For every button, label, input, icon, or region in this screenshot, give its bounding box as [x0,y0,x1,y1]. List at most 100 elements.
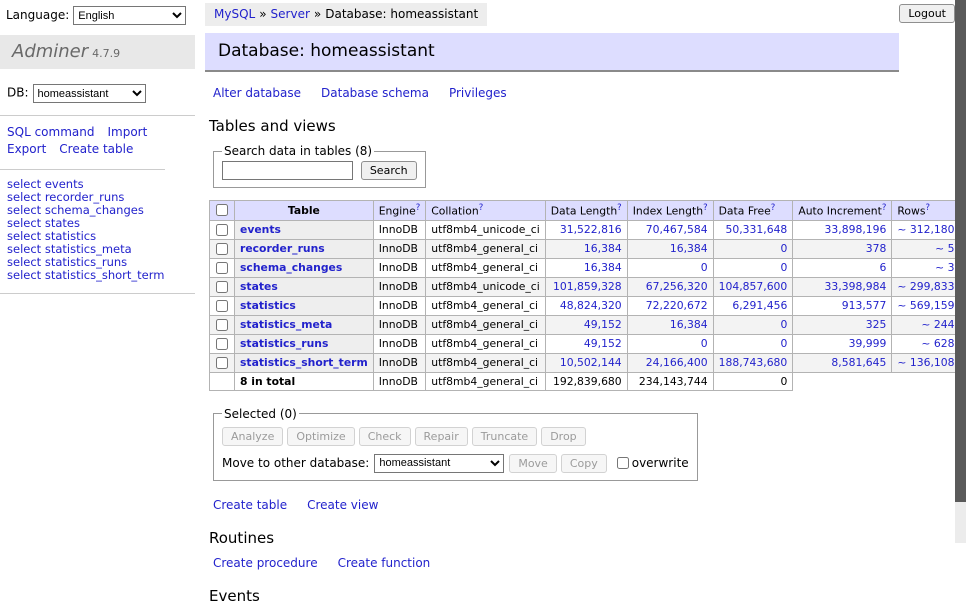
table-link-recorder-runs[interactable]: recorder_runs [240,242,325,255]
language-select[interactable]: English [73,6,186,25]
table-name-cell: schema_changes [235,258,374,277]
link-create-view[interactable]: Create view [307,498,378,512]
table-name-cell: statistics_meta [235,315,374,334]
table-name-cell: recorder_runs [235,239,374,258]
table-link-statistics-short-term[interactable]: statistics_short_term [240,356,368,369]
engine-cell: InnoDB [373,334,426,353]
link-create-function[interactable]: Create function [338,556,431,570]
row-checkbox[interactable] [216,357,228,369]
table-row: statesInnoDButf8mb4_unicode_ci101,859,32… [210,277,966,296]
table-link-statistics[interactable]: statistics [240,299,296,312]
breadcrumb-separator: » [314,7,321,21]
collation-cell: utf8mb4_unicode_ci [426,220,545,239]
data-free-cell: 50,331,648 [713,220,793,239]
row-checkbox[interactable] [216,243,228,255]
check-button[interactable]: Check [359,427,411,446]
routines-heading: Routines [209,529,953,547]
vertical-scrollbar[interactable] [955,0,966,543]
link-privileges[interactable]: Privileges [449,86,507,100]
selected-legend: Selected (0) [222,407,299,421]
table-total-row: 8 in totalInnoDButf8mb4_general_ci192,83… [210,372,966,390]
index-length-cell: 72,220,672 [627,296,713,315]
data-free-cell: 104,857,600 [713,277,793,296]
row-checkbox[interactable] [216,262,228,274]
table-row: statistics_metaInnoDButf8mb4_general_ci4… [210,315,966,334]
create-links: Create table Create view [213,498,953,512]
data-length-cell: 16,384 [545,239,627,258]
collation-cell: utf8mb4_general_ci [426,239,545,258]
breadcrumb-current: Database: homeassistant [325,7,478,21]
analyze-button[interactable]: Analyze [222,427,283,446]
sidebar-link-import[interactable]: Import [107,125,147,140]
select-all-checkbox[interactable] [216,204,228,216]
move-label: Move to other database: [222,456,369,470]
help-icon[interactable]: ? [479,203,484,213]
optimize-button[interactable]: Optimize [287,427,354,446]
sidebar-link-export[interactable]: Export [7,142,46,157]
link-create-table[interactable]: Create table [213,498,287,512]
search-button[interactable]: Search [361,161,417,180]
breadcrumb-separator: » [259,7,266,21]
row-checkbox[interactable] [216,281,228,293]
help-icon[interactable]: ? [882,203,887,213]
data-free-cell: 6,291,456 [713,296,793,315]
collation-cell: utf8mb4_general_ci [426,353,545,372]
help-icon[interactable]: ? [703,203,708,213]
repair-button[interactable]: Repair [415,427,468,446]
row-checkbox[interactable] [216,338,228,350]
auto-increment-cell: 6 [793,258,892,277]
tables-heading: Tables and views [209,117,953,135]
total-filler-cell [793,372,966,390]
row-checkbox[interactable] [216,319,228,331]
total-data-length-cell: 192,839,680 [545,372,627,390]
total-collation-cell: utf8mb4_general_ci [426,372,545,390]
sidebar-link-create-table[interactable]: Create table [59,142,133,157]
overwrite-label: overwrite [632,456,689,470]
table-link-statistics-meta[interactable]: statistics_meta [240,318,332,331]
collation-cell: utf8mb4_general_ci [426,296,545,315]
move-button[interactable]: Move [509,454,557,473]
row-checkbox[interactable] [216,300,228,312]
overwrite-checkbox[interactable] [617,457,629,469]
collation-cell: utf8mb4_general_ci [426,258,545,277]
table-name-cell: states [235,277,374,296]
table-link-schema-changes[interactable]: schema_changes [240,261,342,274]
help-icon[interactable]: ? [617,203,622,213]
col-header-data-length: Data Length? [545,201,627,221]
help-icon[interactable]: ? [771,203,776,213]
row-checkbox[interactable] [216,224,228,236]
link-database-schema[interactable]: Database schema [321,86,429,100]
data-length-cell: 49,152 [545,315,627,334]
db-select[interactable]: homeassistant [33,84,146,103]
drop-button[interactable]: Drop [541,427,585,446]
table-link-events[interactable]: events [240,223,281,236]
row-checkbox-cell [210,353,235,372]
copy-button[interactable]: Copy [561,454,607,473]
data-length-cell: 49,152 [545,334,627,353]
tables-overview-table: TableEngine?Collation?Data Length?Index … [209,200,966,391]
move-database-select[interactable]: homeassistant [374,454,504,473]
breadcrumb-link-mysql[interactable]: MySQL [214,7,255,21]
data-length-cell: 48,824,320 [545,296,627,315]
auto-increment-cell: 325 [793,315,892,334]
col-header-index-length: Index Length? [627,201,713,221]
sidebar-select-statistics-short-term[interactable]: select statistics_short_term [7,269,195,282]
bulk-actions-row: AnalyzeOptimize CheckRepairTruncateDrop [222,427,689,446]
link-create-procedure[interactable]: Create procedure [213,556,318,570]
help-icon[interactable]: ? [416,203,421,213]
data-length-cell: 10,502,144 [545,353,627,372]
breadcrumb-link-server[interactable]: Server [271,7,310,21]
sidebar-link-sql-command[interactable]: SQL command [7,125,94,140]
table-link-states[interactable]: states [240,280,278,293]
auto-increment-cell: 8,581,645 [793,353,892,372]
link-alter-database[interactable]: Alter database [213,86,301,100]
search-fieldset: Search data in tables (8) Search [213,144,426,188]
truncate-button[interactable]: Truncate [472,427,537,446]
engine-cell: InnoDB [373,353,426,372]
search-input[interactable] [222,161,353,180]
help-icon[interactable]: ? [925,203,930,213]
scrollbar-thumb[interactable] [955,0,966,502]
rows-cell: ~ 136,108 [892,353,960,372]
table-link-statistics-runs[interactable]: statistics_runs [240,337,328,350]
select-all-cell [210,201,235,221]
